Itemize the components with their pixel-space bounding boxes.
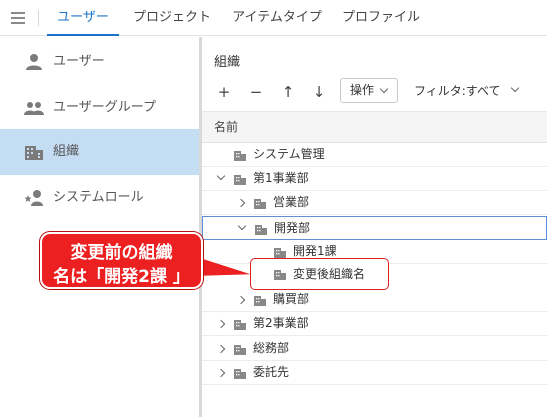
tree-item-label: 営業部 [273, 195, 310, 210]
tree-row[interactable]: システム管理 [202, 143, 547, 167]
tab-users[interactable]: ユーザー [47, 0, 119, 36]
tree-item-label: 開発部 [274, 220, 311, 235]
page-title: 組織 [214, 55, 241, 70]
sidebar-item-label: ユーザー [53, 54, 105, 69]
tab-projects[interactable]: プロジェクト [127, 0, 217, 36]
building-icon [234, 344, 246, 355]
sidebar-item-system-roles[interactable]: システムロール [0, 175, 199, 221]
group-icon [24, 102, 44, 115]
building-icon [254, 199, 266, 210]
tree-row[interactable]: 購買部 [202, 288, 547, 313]
tree-row-selected[interactable]: 開発部 [202, 215, 547, 240]
callout-line-2: 名は「開発2課 」 [53, 267, 190, 287]
building-icon [255, 224, 267, 235]
chevron-right-icon[interactable] [216, 344, 226, 353]
building-icon [254, 296, 266, 307]
chevron-down-icon[interactable] [216, 171, 226, 181]
move-up-button[interactable]: ↑ [278, 82, 298, 102]
tree-row[interactable]: 委託先 [202, 361, 547, 385]
chevron-right-icon[interactable] [236, 199, 246, 208]
callout-annotation: 変更前の組織 名は「開発2課 」 [40, 232, 203, 289]
chevron-right-icon[interactable] [236, 295, 246, 305]
tab-profiles[interactable]: プロファイル [337, 0, 425, 36]
chevron-right-icon[interactable] [216, 368, 226, 378]
operations-label: 操作 [350, 83, 375, 97]
person-icon [26, 54, 42, 70]
sidebar-item-users[interactable]: ユーザー [0, 39, 199, 85]
tree-row[interactable]: 第1事業部 [202, 167, 547, 192]
person-star-icon [24, 190, 43, 206]
building-icon [234, 368, 246, 379]
tree-item-label: 総務部 [253, 340, 290, 355]
chevron-down-icon [510, 83, 520, 93]
building-icon [25, 146, 43, 160]
chevron-right-icon[interactable] [216, 320, 226, 329]
main-panel: 組織 + − ↑ ↓ 操作 フィルタ:すべて 名前 システム管理 第1事業部営業部… [202, 37, 547, 417]
tab-item-types[interactable]: アイテムタイプ [225, 0, 329, 36]
building-icon [234, 320, 246, 331]
tree-row[interactable]: 営業部 [202, 191, 547, 216]
building-icon [234, 151, 246, 161]
tab-divider [38, 10, 39, 26]
tree-item-label: 購買部 [273, 292, 310, 307]
column-header[interactable]: 名前 [202, 111, 547, 143]
sidebar-item-user-groups[interactable]: ユーザーグループ [0, 85, 199, 131]
remove-button[interactable]: − [246, 82, 266, 102]
callout-line-1: 変更前の組織 [70, 243, 173, 263]
edited-row-highlight[interactable]: 変更後組織名 [250, 258, 389, 290]
sidebar-item-label: システムロール [53, 190, 144, 205]
tree-item-label: 変更後組織名 [293, 267, 366, 281]
tree-item-label: 第2事業部 [253, 316, 309, 331]
chevron-down-icon [379, 84, 389, 94]
sidebar-item-label: ユーザーグループ [53, 100, 156, 115]
add-button[interactable]: + [214, 82, 234, 102]
sidebar-item-label: 組織 [53, 144, 80, 159]
tree-item-label: システム管理 [253, 147, 325, 161]
tree-item-label: 委託先 [253, 364, 290, 379]
tree-row[interactable]: 総務部 [202, 337, 547, 361]
operations-dropdown[interactable]: 操作 [340, 78, 398, 103]
sidebar: ユーザー ユーザーグループ 組織 システムロール [0, 37, 199, 417]
filter-dropdown[interactable]: フィルタ:すべて [414, 82, 520, 99]
column-header-name: 名前 [214, 120, 239, 134]
top-tab-bar: ユーザー プロジェクト アイテムタイプ プロファイル [0, 0, 547, 36]
building-icon [274, 247, 286, 258]
building-icon [274, 270, 286, 280]
filter-label: フィルタ:すべて [414, 84, 501, 98]
building-icon [234, 175, 246, 186]
tree-row[interactable]: 第2事業部 [202, 312, 547, 337]
sidebar-item-organizations[interactable]: 組織 [0, 129, 199, 175]
tree-item-label: 第1事業部 [253, 171, 309, 186]
menu-icon[interactable] [11, 12, 25, 24]
chevron-down-icon[interactable] [237, 221, 247, 230]
move-down-button[interactable]: ↓ [309, 82, 329, 102]
